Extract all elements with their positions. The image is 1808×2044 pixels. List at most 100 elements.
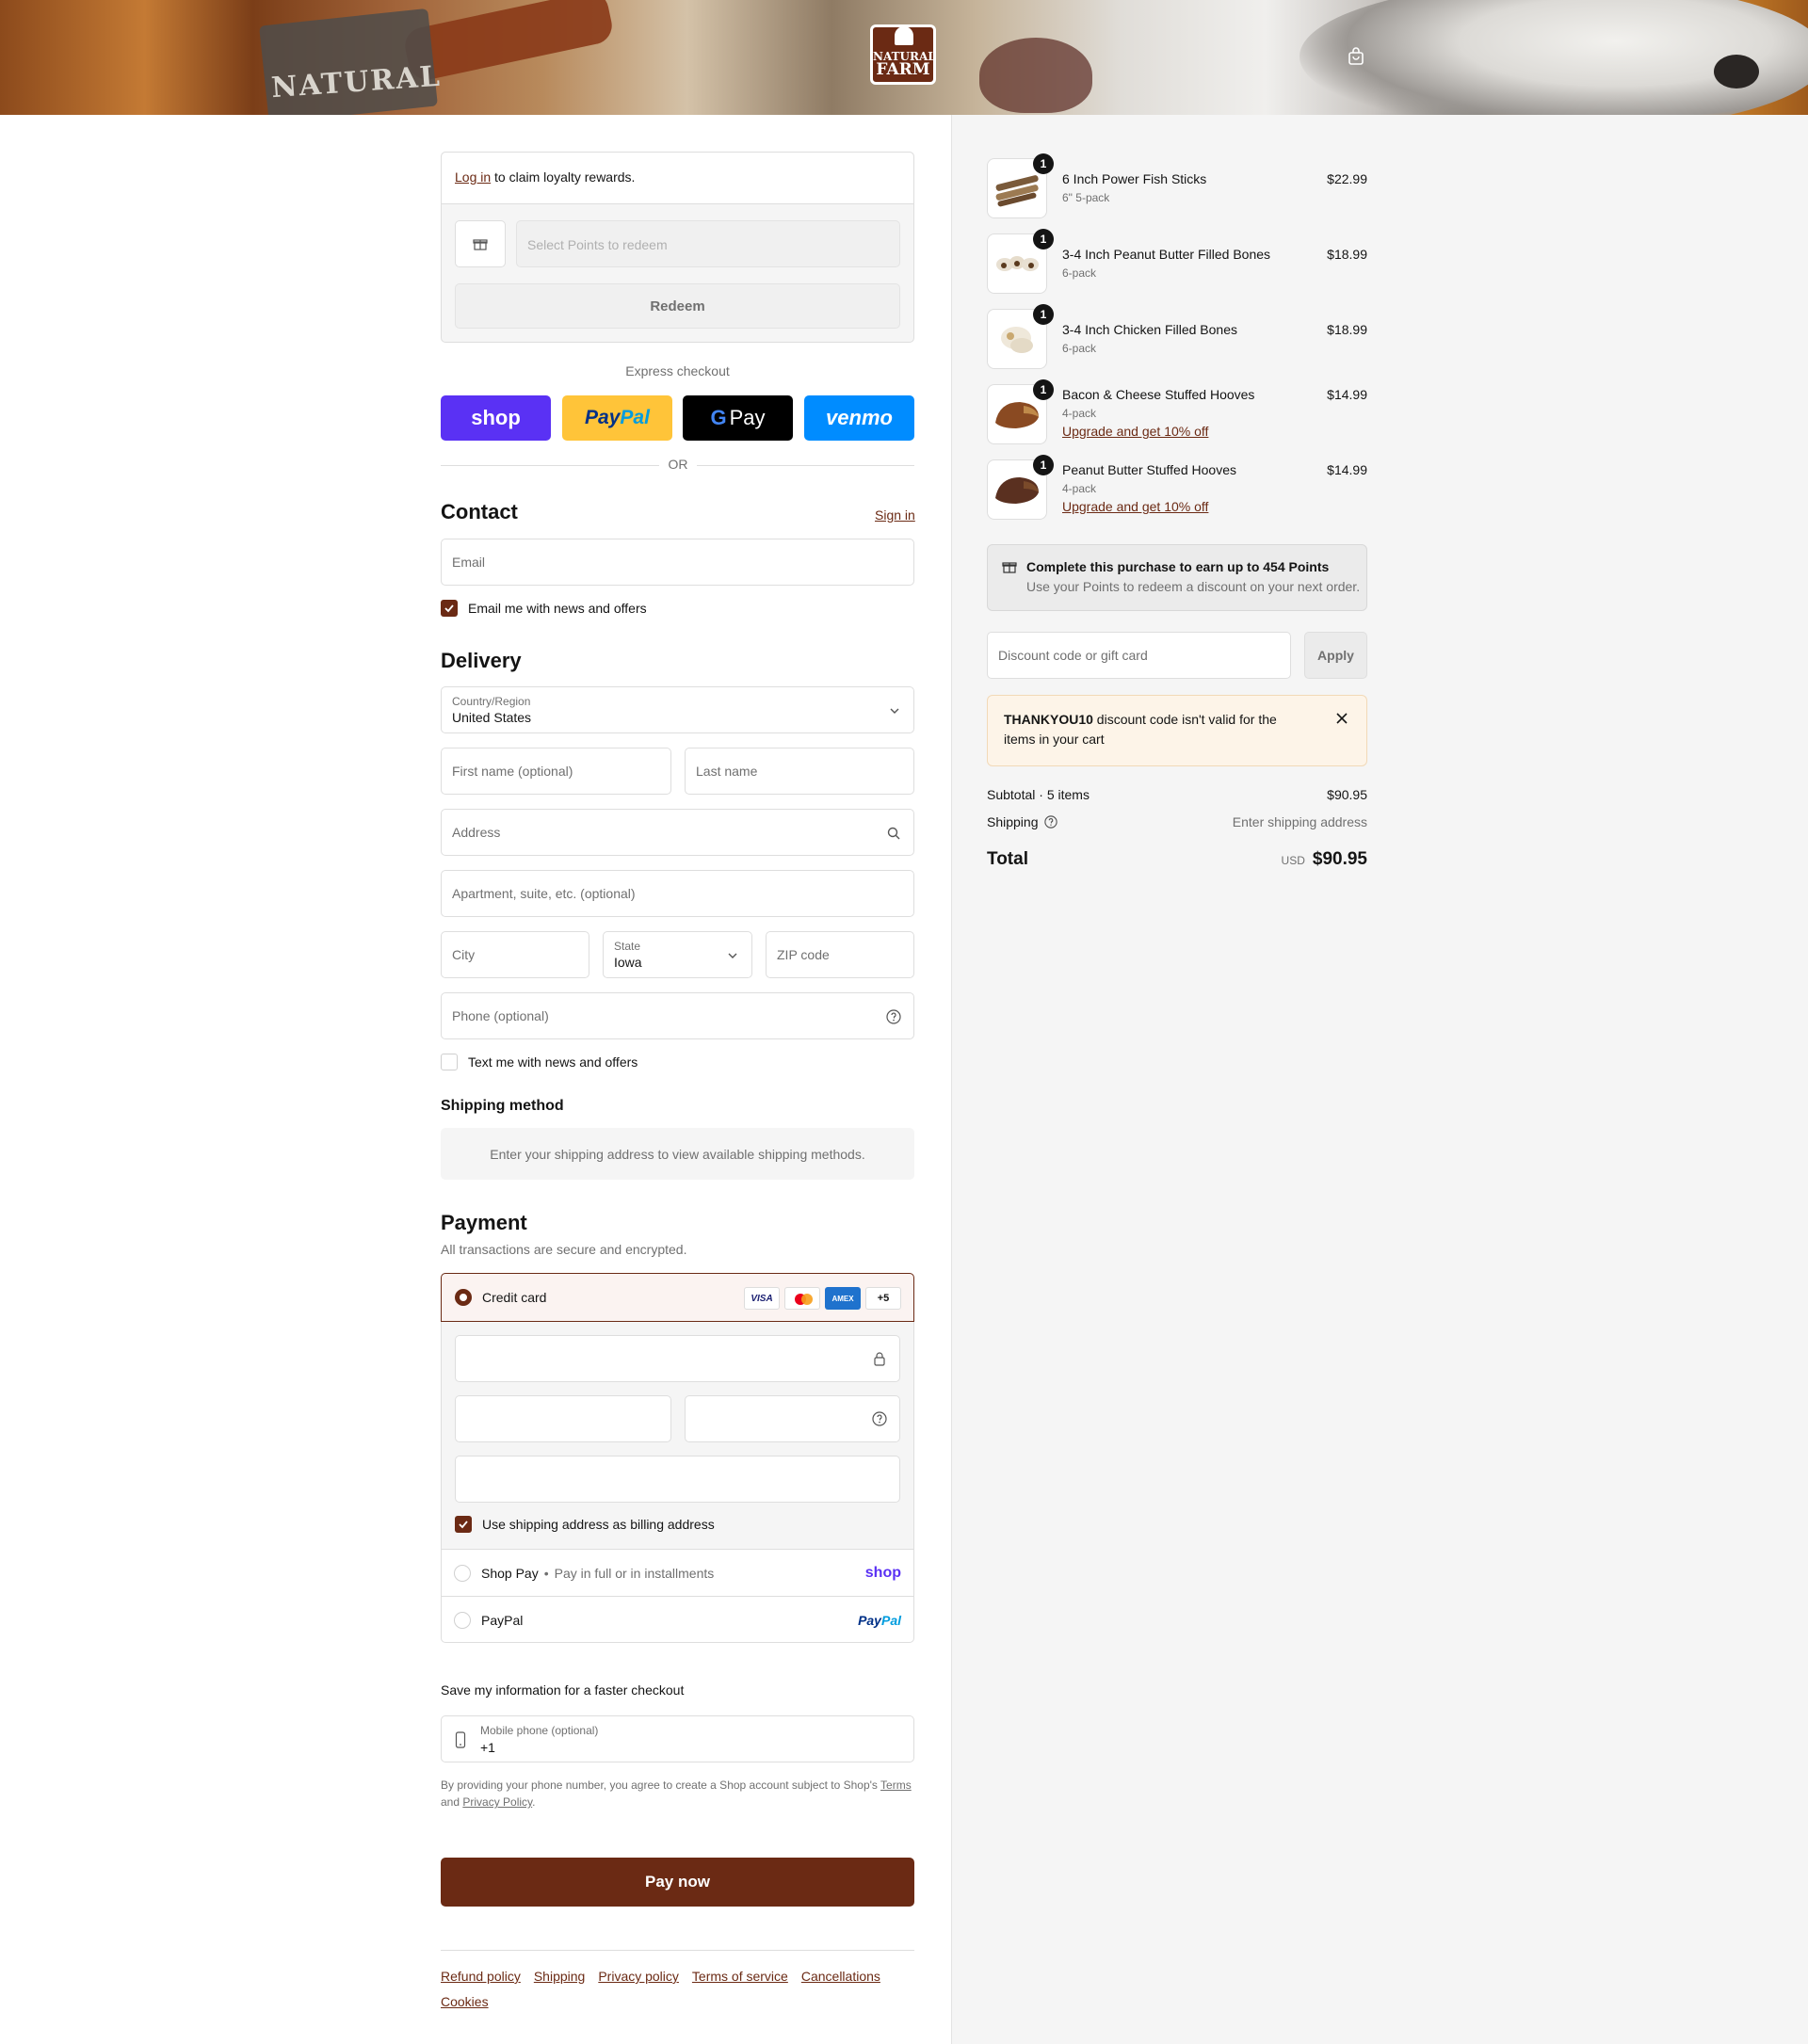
subtotal-label: Subtotal · 5 items xyxy=(987,787,1090,802)
sign-in-link[interactable]: Sign in xyxy=(875,507,915,523)
email-news-row[interactable]: Email me with news and offers xyxy=(441,600,647,617)
help-circle-icon[interactable] xyxy=(886,1009,901,1024)
discount-error-banner: THANKYOU10 discount code isn't valid for… xyxy=(987,695,1367,766)
address-input[interactable]: Address xyxy=(441,809,914,856)
chevron-down-icon xyxy=(890,708,899,714)
mastercard-icon xyxy=(784,1287,820,1310)
shop-terms-link[interactable]: Terms xyxy=(880,1778,912,1792)
paypal-logo: PayPal xyxy=(858,1613,901,1628)
legal-text-b: and xyxy=(441,1795,463,1809)
shop-pay-button[interactable]: shop xyxy=(441,395,551,441)
card-cvv-input[interactable] xyxy=(685,1395,900,1442)
text-news-checkbox[interactable] xyxy=(441,1054,458,1070)
upgrade-link[interactable]: Upgrade and get 10% off xyxy=(1062,499,1208,514)
more-cards-badge: +5 xyxy=(865,1287,901,1310)
visa-icon: VISA xyxy=(744,1287,780,1310)
subtotal-value: $90.95 xyxy=(1327,787,1367,802)
country-value: United States xyxy=(452,710,532,725)
quantity-badge: 1 xyxy=(1033,379,1054,400)
email-news-checkbox[interactable] xyxy=(441,600,458,617)
zip-input[interactable]: ZIP code xyxy=(766,931,914,978)
paypal-text-a: Pay xyxy=(585,407,621,428)
express-checkout-title: Express checkout xyxy=(625,363,730,378)
loyalty-login-row: Log in to claim loyalty rewards. xyxy=(442,153,913,204)
points-subtitle: Use your Points to redeem a discount on … xyxy=(1026,579,1361,594)
shop-pay-option[interactable]: Shop Pay • Pay in full or in installment… xyxy=(441,1549,914,1596)
venmo-button[interactable]: venmo xyxy=(804,395,914,441)
mobile-phone-input[interactable]: Mobile phone (optional) +1 xyxy=(441,1715,914,1762)
paypal-button[interactable]: Pay Pal xyxy=(562,395,672,441)
save-info-legal: By providing your phone number, you agre… xyxy=(441,1777,914,1811)
phone-placeholder: Phone (optional) xyxy=(452,1008,549,1023)
product-price: $18.99 xyxy=(1327,322,1367,337)
cookies-link[interactable]: Cookies xyxy=(441,1994,489,2009)
product-variant: 4-pack xyxy=(1062,407,1097,420)
state-label: State xyxy=(614,940,641,953)
shop-privacy-link[interactable]: Privacy Policy xyxy=(462,1795,532,1809)
google-pay-button[interactable]: G Pay xyxy=(683,395,793,441)
chevron-down-icon xyxy=(728,953,737,958)
quantity-badge: 1 xyxy=(1033,455,1054,475)
email-input[interactable]: Email xyxy=(441,539,914,586)
country-select[interactable]: Country/Region United States xyxy=(441,686,914,733)
phone-input[interactable]: Phone (optional) xyxy=(441,992,914,1039)
login-link[interactable]: Log in xyxy=(455,169,491,185)
mobile-phone-label: Mobile phone (optional) xyxy=(480,1724,599,1737)
product-variant: 4-pack xyxy=(1062,482,1097,495)
gift-icon xyxy=(473,239,488,250)
credit-card-radio[interactable] xyxy=(455,1289,472,1306)
state-value: Iowa xyxy=(614,955,642,970)
country-label: Country/Region xyxy=(452,695,531,708)
shop-pay-radio[interactable] xyxy=(454,1564,471,1582)
card-number-input[interactable] xyxy=(455,1335,900,1382)
banner-dog-mouth xyxy=(979,38,1092,113)
shipping-policy-link[interactable]: Shipping xyxy=(534,1969,586,1984)
paypal-option[interactable]: PayPal PayPal xyxy=(441,1596,914,1643)
paypal-logo-a: Pay xyxy=(858,1612,881,1628)
cancellations-link[interactable]: Cancellations xyxy=(801,1969,880,1984)
points-title: Complete this purchase to earn up to 454… xyxy=(1026,559,1330,574)
mobile-phone-icon xyxy=(455,1731,466,1748)
shipping-method-placeholder: Enter your shipping address to view avai… xyxy=(441,1128,914,1180)
paypal-logo-b: Pal xyxy=(880,1612,901,1628)
card-expiry-input[interactable] xyxy=(455,1395,671,1442)
or-label: OR xyxy=(659,457,697,472)
apply-discount-button[interactable]: Apply xyxy=(1304,632,1367,679)
redeem-button[interactable]: Redeem xyxy=(455,283,900,329)
product-variant: 6-pack xyxy=(1062,266,1097,280)
quantity-badge: 1 xyxy=(1033,229,1054,249)
pay-now-button[interactable]: Pay now xyxy=(441,1858,914,1907)
card-name-input[interactable] xyxy=(455,1456,900,1503)
delivery-heading: Delivery xyxy=(441,649,522,672)
help-circle-icon[interactable] xyxy=(1043,815,1057,829)
search-icon xyxy=(887,827,900,840)
close-icon[interactable] xyxy=(1336,713,1348,724)
text-news-row[interactable]: Text me with news and offers xyxy=(441,1054,638,1070)
terms-of-service-link[interactable]: Terms of service xyxy=(692,1969,788,1984)
paypal-radio[interactable] xyxy=(454,1611,471,1629)
upgrade-link[interactable]: Upgrade and get 10% off xyxy=(1062,424,1208,439)
points-banner: Complete this purchase to earn up to 454… xyxy=(987,544,1367,611)
refund-policy-link[interactable]: Refund policy xyxy=(441,1969,521,1984)
state-select[interactable]: State Iowa xyxy=(603,931,752,978)
city-input[interactable]: City xyxy=(441,931,589,978)
apartment-input[interactable]: Apartment, suite, etc. (optional) xyxy=(441,870,914,917)
gift-icon-box xyxy=(455,220,506,267)
discount-code-input[interactable]: Discount code or gift card xyxy=(987,632,1291,679)
first-name-input[interactable]: First name (optional) xyxy=(441,748,671,795)
header-banner: NATURAL NATURAL FARM xyxy=(0,0,1808,115)
points-select[interactable]: Select Points to redeem xyxy=(516,220,900,267)
loyalty-box: Log in to claim loyalty rewards. Select … xyxy=(441,152,914,343)
billing-address-checkbox[interactable] xyxy=(455,1516,472,1533)
paypal-label: PayPal xyxy=(481,1612,524,1628)
help-circle-icon[interactable] xyxy=(872,1411,887,1426)
billing-address-row[interactable]: Use shipping address as billing address xyxy=(455,1516,715,1533)
lock-icon xyxy=(874,1352,885,1366)
cart-bag-icon[interactable] xyxy=(1347,47,1365,66)
email-news-label: Email me with news and offers xyxy=(468,601,647,616)
last-name-input[interactable]: Last name xyxy=(685,748,914,795)
shop-pay-separator: • xyxy=(543,1565,549,1581)
credit-card-option[interactable]: Credit card VISA AMEX +5 xyxy=(441,1273,914,1322)
product-variant: 6-pack xyxy=(1062,342,1097,355)
privacy-policy-link[interactable]: Privacy policy xyxy=(598,1969,679,1984)
